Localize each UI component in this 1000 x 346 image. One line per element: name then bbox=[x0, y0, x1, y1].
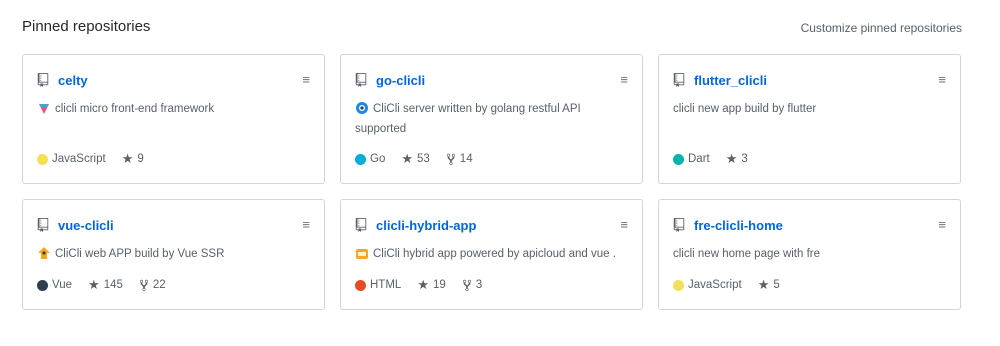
repo-meta: Go ★ 53 14 bbox=[355, 151, 489, 167]
forks-count: 3 bbox=[475, 279, 483, 291]
repo-meta: Vue ★ 145 22 bbox=[37, 277, 182, 293]
drag-handle-icon[interactable]: ≡ bbox=[620, 73, 628, 86]
repo-name-link[interactable]: celty bbox=[58, 73, 88, 88]
repo-name-link[interactable]: clicli-hybrid-app bbox=[376, 218, 476, 233]
repo-meta: Dart ★ 3 bbox=[673, 151, 764, 167]
language-label: JavaScript bbox=[52, 153, 106, 165]
star-icon: ★ bbox=[417, 277, 429, 292]
repo-description-text: clicli new home page with fre bbox=[673, 248, 821, 260]
drag-handle-icon[interactable]: ≡ bbox=[620, 218, 628, 231]
repo-description: clicli new app build by flutter bbox=[673, 99, 946, 119]
pinned-title: Pinned repositories bbox=[22, 18, 151, 35]
repo-icon bbox=[355, 73, 367, 87]
repo-name-link[interactable]: fre-clicli-home bbox=[694, 218, 783, 233]
fork-icon bbox=[462, 279, 471, 291]
repo-description-text: CliCli web APP build by Vue SSR bbox=[55, 248, 225, 260]
repo-description-text: CliCli server written by golang restful … bbox=[355, 103, 581, 135]
pinned-header: Pinned repositories Customize pinned rep… bbox=[22, 18, 962, 40]
star-icon: ★ bbox=[401, 151, 413, 166]
stars-count: 145 bbox=[103, 279, 123, 291]
forks-count: 22 bbox=[152, 279, 166, 291]
repo-card: celty ≡ clicli micro front-end framework… bbox=[22, 54, 325, 184]
star-icon: ★ bbox=[757, 277, 770, 292]
customize-pinned-link[interactable]: Customize pinned repositories bbox=[801, 21, 962, 35]
orange-character-icon bbox=[38, 247, 50, 259]
repo-meta: JavaScript ★ 5 bbox=[673, 277, 796, 293]
stars-count: 19 bbox=[432, 279, 446, 291]
stars-link[interactable]: ★ 19 bbox=[417, 277, 445, 293]
repo-icon bbox=[37, 73, 49, 87]
orange-box-icon bbox=[356, 249, 368, 259]
star-icon: ★ bbox=[88, 277, 100, 292]
language-color-dot bbox=[673, 153, 684, 165]
stars-link[interactable]: ★ 9 bbox=[122, 151, 144, 167]
forks-count: 14 bbox=[459, 153, 473, 165]
repo-icon bbox=[673, 73, 685, 87]
language-color-dot bbox=[355, 153, 366, 165]
repo-meta: JavaScript ★ 9 bbox=[37, 151, 160, 167]
repo-meta: HTML ★ 19 3 bbox=[355, 277, 498, 293]
stars-link[interactable]: ★ 5 bbox=[758, 277, 780, 293]
language: JavaScript bbox=[37, 153, 106, 165]
forks-link[interactable]: 14 bbox=[446, 153, 473, 166]
language-label: Dart bbox=[688, 153, 710, 165]
repo-icon bbox=[37, 218, 49, 232]
language: JavaScript bbox=[673, 279, 742, 291]
language-label: Vue bbox=[52, 279, 73, 291]
star-icon: ★ bbox=[121, 151, 134, 166]
language: Go bbox=[355, 153, 385, 165]
repo-icon bbox=[673, 218, 685, 232]
fork-icon bbox=[139, 279, 148, 291]
language: Dart bbox=[673, 153, 710, 165]
language-color-dot bbox=[355, 279, 366, 291]
repo-card: flutter_clicli ≡ clicli new app build by… bbox=[658, 54, 961, 184]
forks-link[interactable]: 22 bbox=[139, 279, 166, 292]
language: Vue bbox=[37, 279, 72, 291]
repo-name-link[interactable]: go-clicli bbox=[376, 73, 425, 88]
repo-card: vue-clicli ≡ CliCli web APP build by Vue… bbox=[22, 199, 325, 310]
drag-handle-icon[interactable]: ≡ bbox=[302, 218, 310, 231]
language-label: JavaScript bbox=[688, 279, 742, 291]
repo-card: go-clicli ≡ CliCli server written by gol… bbox=[340, 54, 643, 184]
stars-count: 53 bbox=[417, 153, 430, 165]
stars-link[interactable]: ★ 145 bbox=[88, 277, 123, 293]
forks-link[interactable]: 3 bbox=[462, 279, 482, 292]
language-color-dot bbox=[37, 279, 48, 291]
repo-description: clicli new home page with fre bbox=[673, 244, 946, 264]
repo-description: clicli micro front-end framework bbox=[37, 99, 310, 119]
repo-description-text: CliCli hybrid app powered by apicloud an… bbox=[373, 248, 616, 260]
fork-icon bbox=[446, 153, 455, 165]
repo-description-text: clicli new app build by flutter bbox=[673, 103, 817, 115]
star-icon: ★ bbox=[725, 151, 738, 166]
pink-gem-icon bbox=[39, 104, 49, 114]
drag-handle-icon[interactable]: ≡ bbox=[302, 73, 310, 86]
language-color-dot bbox=[673, 279, 684, 291]
repo-card: fre-clicli-home ≡ clicli new home page w… bbox=[658, 199, 961, 310]
repo-name-link[interactable]: flutter_clicli bbox=[694, 73, 767, 88]
language-label: HTML bbox=[370, 279, 402, 291]
repo-description: CliCli web APP build by Vue SSR bbox=[37, 244, 310, 264]
stars-link[interactable]: ★ 3 bbox=[726, 151, 748, 167]
repo-description: CliCli server written by golang restful … bbox=[355, 99, 628, 139]
repo-card: clicli-hybrid-app ≡ CliCli hybrid app po… bbox=[340, 199, 643, 310]
repo-description-text: clicli micro front-end framework bbox=[55, 103, 215, 115]
repo-description: CliCli hybrid app powered by apicloud an… bbox=[355, 244, 628, 264]
stars-count: 9 bbox=[137, 153, 144, 165]
repo-icon bbox=[355, 218, 367, 232]
language: HTML bbox=[355, 279, 401, 291]
repo-name-link[interactable]: vue-clicli bbox=[58, 218, 114, 233]
blue-circle-icon bbox=[356, 102, 368, 114]
stars-count: 5 bbox=[773, 279, 780, 291]
stars-count: 3 bbox=[741, 153, 748, 165]
stars-link[interactable]: ★ 53 bbox=[401, 151, 429, 167]
language-color-dot bbox=[37, 153, 48, 165]
language-label: Go bbox=[370, 153, 386, 165]
drag-handle-icon[interactable]: ≡ bbox=[938, 218, 946, 231]
drag-handle-icon[interactable]: ≡ bbox=[938, 73, 946, 86]
